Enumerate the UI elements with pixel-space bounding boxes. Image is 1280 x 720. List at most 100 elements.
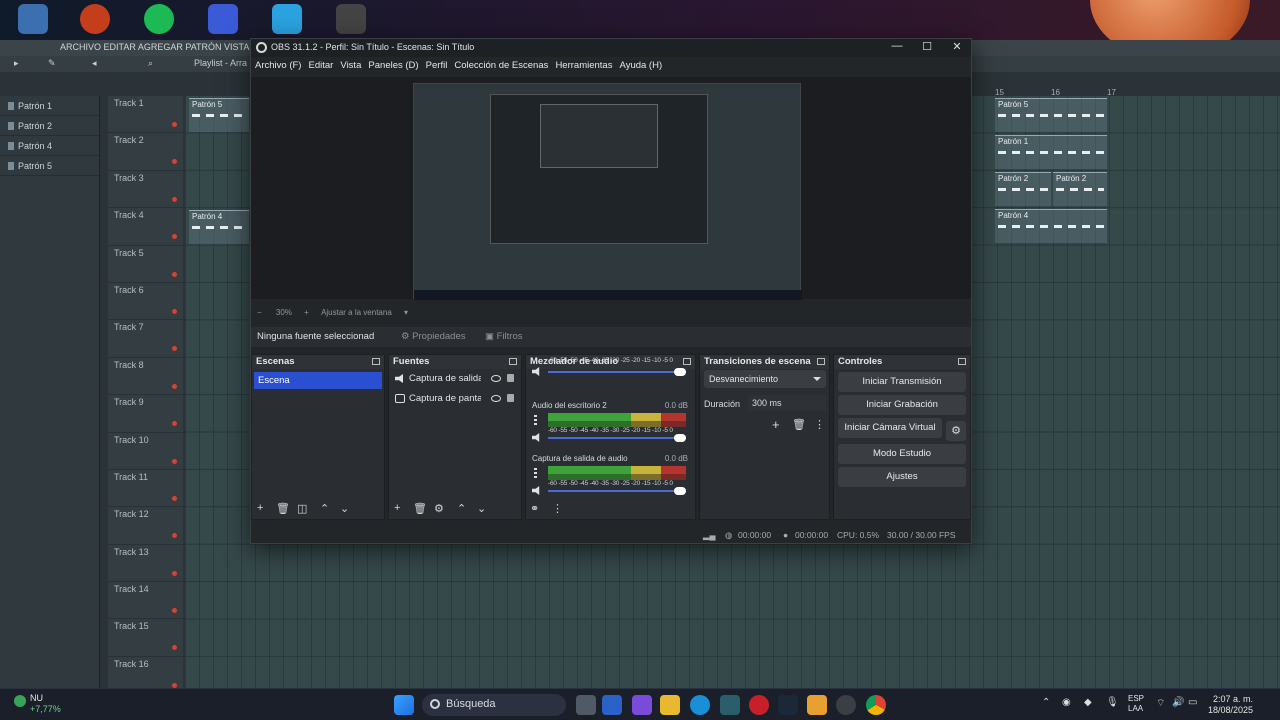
microphone-icon[interactable]: 🎙: [1106, 697, 1119, 708]
menu-paneles[interactable]: Paneles (D): [368, 57, 422, 71]
track-header[interactable]: Track 6: [108, 283, 183, 321]
popout-icon[interactable]: [509, 358, 517, 365]
pattern-clip[interactable]: Patrón 4: [995, 209, 1107, 243]
weather-icon[interactable]: [14, 695, 26, 707]
popout-icon[interactable]: [372, 358, 380, 365]
track-header[interactable]: Track 5: [108, 246, 183, 283]
chevron-down-icon[interactable]: ▾: [404, 308, 408, 317]
track-header[interactable]: Track 1: [108, 96, 183, 134]
track-header[interactable]: Track 13: [108, 545, 183, 583]
trash-icon[interactable]: 🗑: [413, 502, 427, 515]
volume-slider[interactable]: [548, 487, 686, 495]
powerpoint-icon[interactable]: [80, 4, 110, 34]
taskbar-clock[interactable]: 2:07 a. m. 18/08/2025: [1208, 694, 1253, 716]
start-icon[interactable]: [394, 695, 414, 715]
minimize-icon[interactable]: —: [883, 40, 911, 56]
app-icon[interactable]: [336, 4, 366, 34]
source-item[interactable]: Captura de salida de audio: [389, 369, 521, 389]
wifi-icon[interactable]: ⌔: [1156, 697, 1165, 710]
menu-perfil[interactable]: Perfil: [426, 57, 452, 71]
pencil-icon[interactable]: ✎: [48, 58, 56, 69]
filters-button[interactable]: ▣ Filtros: [485, 331, 523, 342]
recycle-bin-icon[interactable]: [18, 4, 48, 34]
track-header[interactable]: Track 8: [108, 358, 183, 396]
pattern-item[interactable]: Patrón 4: [0, 136, 99, 156]
spotify-icon[interactable]: [144, 4, 174, 34]
add-icon[interactable]: +: [394, 502, 400, 514]
start-recording-button[interactable]: Iniciar Grabación: [838, 395, 966, 415]
game-icon[interactable]: [208, 4, 238, 34]
pattern-clip[interactable]: Patrón 5: [189, 98, 249, 132]
filter-icon[interactable]: ◫: [297, 502, 307, 515]
maximize-icon[interactable]: ☐: [913, 40, 941, 56]
studio-mode-button[interactable]: Modo Estudio: [838, 444, 966, 464]
pattern-item[interactable]: Patrón 5: [0, 156, 99, 176]
chevron-up-icon[interactable]: ⌃: [457, 502, 466, 515]
volume-icon[interactable]: 🔊: [1172, 697, 1184, 708]
menu-vista[interactable]: Vista: [340, 57, 365, 71]
add-icon[interactable]: +: [257, 502, 263, 514]
gear-icon[interactable]: ⚙: [946, 421, 966, 441]
edge-icon[interactable]: [690, 695, 710, 715]
gear-icon[interactable]: ⚙: [434, 502, 444, 515]
pattern-clip[interactable]: Patrón 4: [189, 210, 249, 244]
chevron-up-icon[interactable]: ⌃: [1042, 697, 1050, 708]
obs-title-bar[interactable]: OBS 31.1.2 - Perfil: Sin Título - Escena…: [251, 39, 971, 57]
eye-icon[interactable]: [491, 395, 501, 402]
settings-button[interactable]: Ajustes: [838, 467, 966, 487]
menu-herramientas[interactable]: Herramientas: [555, 57, 616, 71]
trash-icon[interactable]: 🗑: [276, 502, 290, 515]
pattern-item[interactable]: Patrón 1: [0, 96, 99, 116]
more-options-icon[interactable]: [534, 415, 537, 425]
pattern-clip[interactable]: Patrón 2: [1053, 172, 1107, 206]
track-header[interactable]: Track 7: [108, 320, 183, 358]
timeline-ruler[interactable]: 15 16 17: [975, 88, 1280, 97]
copilot-icon[interactable]: [632, 695, 652, 715]
widget-ticker[interactable]: NU +7,77%: [30, 693, 61, 715]
playlist-grid-right[interactable]: Patrón 5 Patrón 1 Patrón 2 Patrón 2 Patr…: [975, 96, 1280, 688]
menu-ayuda[interactable]: Ayuda (H): [620, 57, 667, 71]
eye-icon[interactable]: [491, 375, 501, 382]
slider-knob[interactable]: [674, 368, 686, 376]
fl-studio-icon[interactable]: [807, 695, 827, 715]
menu-editar[interactable]: Editar: [309, 57, 338, 71]
lock-icon[interactable]: [507, 394, 514, 402]
start-streaming-button[interactable]: Iniciar Transmisión: [838, 372, 966, 392]
speaker-icon[interactable]: [532, 367, 540, 376]
telegram-icon[interactable]: [272, 4, 302, 34]
menu-coleccion-escenas[interactable]: Colección de Escenas: [454, 57, 552, 71]
slider-knob[interactable]: [674, 434, 686, 442]
language-indicator[interactable]: ESP LAA: [1128, 694, 1144, 714]
file-explorer-icon[interactable]: [660, 695, 680, 715]
obs-icon[interactable]: [836, 695, 856, 715]
pattern-clip[interactable]: Patrón 1: [995, 135, 1107, 169]
task-view-icon[interactable]: [576, 695, 596, 715]
track-header[interactable]: Track 11: [108, 470, 183, 508]
menu-archivo[interactable]: Archivo (F): [255, 57, 305, 71]
speaker-icon[interactable]: [532, 433, 540, 442]
zoom-in-button[interactable]: +: [304, 308, 309, 317]
close-icon[interactable]: ✕: [943, 40, 971, 56]
pattern-clip[interactable]: Patrón 2: [995, 172, 1051, 206]
tray-icon[interactable]: ◉: [1062, 697, 1071, 708]
zoom-out-button[interactable]: −: [257, 308, 262, 317]
track-header[interactable]: Track 9: [108, 395, 183, 433]
track-header[interactable]: Track 12: [108, 507, 183, 545]
track-header[interactable]: Track 10: [108, 433, 183, 470]
source-item[interactable]: Captura de pantalla: [389, 389, 521, 409]
popout-icon[interactable]: [958, 358, 966, 365]
more-options-icon[interactable]: [534, 468, 537, 478]
trash-icon[interactable]: 🗑: [792, 418, 806, 431]
store-icon[interactable]: [602, 695, 622, 715]
opera-icon[interactable]: [749, 695, 769, 715]
transition-select[interactable]: Desvanecimiento: [704, 370, 826, 388]
track-header[interactable]: Track 14: [108, 582, 183, 620]
tray-icon[interactable]: ◆: [1084, 697, 1092, 708]
app-icon[interactable]: [720, 695, 740, 715]
start-virtual-camera-button[interactable]: Iniciar Cámara Virtual: [838, 418, 942, 438]
duration-input[interactable]: 300 ms: [748, 395, 826, 411]
track-header[interactable]: Track 3: [108, 171, 183, 209]
chrome-icon[interactable]: [866, 695, 886, 715]
track-header[interactable]: Track 4: [108, 208, 183, 246]
track-header[interactable]: Track 2: [108, 133, 183, 171]
